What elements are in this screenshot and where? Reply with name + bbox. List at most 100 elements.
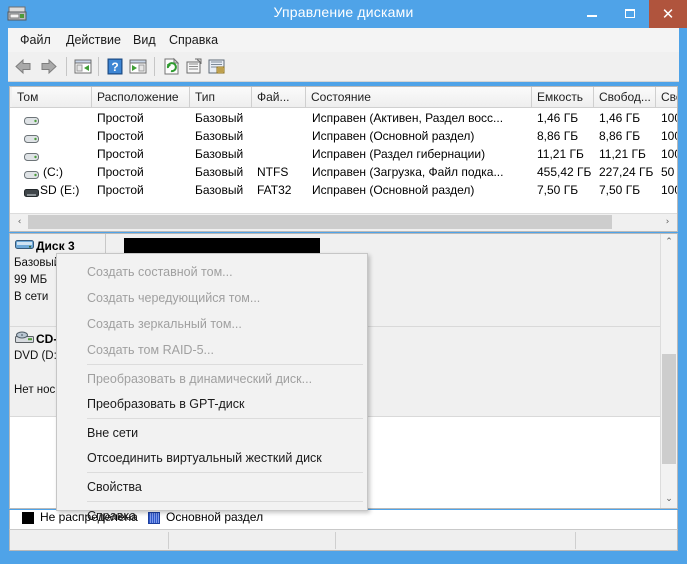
cell-status: Исправен (Активен, Раздел восс... <box>312 111 504 125</box>
menu-action[interactable]: Действие <box>60 32 127 48</box>
table-row[interactable]: Простой Базовый Исправен (Активен, Разде… <box>10 109 677 127</box>
cell-free-percent: 50 % <box>661 165 677 179</box>
statusbar-separator <box>335 532 336 549</box>
cdrom-icon <box>15 331 34 345</box>
hard-disk-icon <box>15 238 34 252</box>
titlebar: Управление дисками ✕ <box>0 0 687 28</box>
show-hide-console-tree-icon[interactable] <box>72 56 94 77</box>
menu-view[interactable]: Вид <box>127 32 162 48</box>
cell-capacity: 7,50 ГБ <box>537 183 579 197</box>
menu-item-properties[interactable]: Свойства <box>58 475 368 500</box>
cell-status: Исправен (Загрузка, Файл подка... <box>312 165 504 179</box>
column-header-status[interactable]: Состояние <box>306 87 532 107</box>
cell-volume <box>43 127 91 145</box>
disk-title: Диск 3 <box>36 239 75 253</box>
cell-volume: (C:) <box>43 165 63 179</box>
cell-capacity: 11,21 ГБ <box>537 147 584 161</box>
column-header-free-percent[interactable]: Свобо <box>656 87 677 107</box>
minimize-button[interactable] <box>573 0 611 28</box>
volume-icon <box>24 113 39 125</box>
volume-icon <box>24 149 39 161</box>
back-icon[interactable] <box>12 56 34 77</box>
menu-item-detach-vhd[interactable]: Отсоединить виртуальный жесткий диск <box>58 446 368 471</box>
help-icon[interactable]: ? <box>104 56 126 77</box>
cell-free-percent: 100 % <box>661 147 677 161</box>
cell-free: 1,46 ГБ <box>599 111 641 125</box>
column-header-filesystem[interactable]: Фай... <box>252 87 306 107</box>
scroll-down-icon[interactable]: ⌄ <box>661 491 677 508</box>
volume-list-header: Том Расположение Тип Фай... Состояние Ем… <box>10 87 677 108</box>
cell-filesystem <box>257 145 307 163</box>
cell-capacity: 455,42 ГБ <box>537 165 592 179</box>
table-row[interactable]: Простой Базовый Исправен (Раздел гиберна… <box>10 145 677 163</box>
column-header-layout[interactable]: Расположение <box>92 87 190 107</box>
menu-item-create-striped-volume: Создать чередующийся том... <box>87 291 261 305</box>
cell-free: 11,21 ГБ <box>599 147 646 161</box>
close-button[interactable]: ✕ <box>649 0 687 28</box>
cell-layout: Простой <box>97 129 144 143</box>
cell-filesystem: NTFS <box>257 165 289 179</box>
table-row[interactable]: Простой Базовый Исправен (Основной разде… <box>10 127 677 145</box>
cell-status: Исправен (Основной раздел) <box>312 129 475 143</box>
show-action-pane-icon[interactable] <box>127 56 149 77</box>
properties-icon[interactable] <box>183 56 205 77</box>
menu-file[interactable]: Файл <box>14 32 57 48</box>
cell-type: Базовый <box>195 165 244 179</box>
column-header-type[interactable]: Тип <box>190 87 252 107</box>
cell-layout: Простой <box>97 165 144 179</box>
toolbar-separator <box>154 57 155 76</box>
cell-capacity: 8,86 ГБ <box>537 129 579 143</box>
all-tasks-icon[interactable] <box>206 56 228 77</box>
statusbar-separator <box>575 532 576 549</box>
scroll-right-icon[interactable]: › <box>659 214 676 230</box>
toolbar-separator <box>66 57 67 76</box>
disk-pane-vscrollbar[interactable]: ⌃ ⌄ <box>660 234 677 508</box>
column-header-capacity[interactable]: Емкость <box>532 87 594 107</box>
disk-status-label: В сети <box>14 291 49 303</box>
cell-status: Исправен (Основной раздел) <box>312 183 475 197</box>
maximize-icon <box>625 9 635 18</box>
menu-separator <box>87 364 363 365</box>
menu-separator <box>87 472 363 473</box>
cell-type: Базовый <box>195 183 244 197</box>
svg-text:?: ? <box>111 60 118 74</box>
hscrollbar-thumb[interactable] <box>28 215 612 229</box>
column-header-volume[interactable]: Том <box>12 87 92 107</box>
column-header-free[interactable]: Свобод... <box>594 87 656 107</box>
menu-item-create-spanned-volume: Создать составной том... <box>87 265 233 279</box>
disk-media-label: DVD (D:) <box>14 350 61 362</box>
scroll-up-icon[interactable]: ⌃ <box>661 234 677 251</box>
cell-free-percent: 100 % <box>661 111 677 125</box>
cell-type: Базовый <box>195 129 244 143</box>
forward-icon[interactable] <box>38 56 60 77</box>
volume-icon <box>24 131 39 143</box>
cell-free-percent: 100 % <box>661 129 677 143</box>
legend-swatch-unallocated <box>22 512 34 524</box>
cell-capacity: 1,46 ГБ <box>537 111 579 125</box>
rescan-disks-icon[interactable] <box>160 56 182 77</box>
volume-list-hscrollbar[interactable]: ‹ › <box>10 213 677 231</box>
menu-separator <box>87 418 363 419</box>
cell-free: 8,86 ГБ <box>599 129 641 143</box>
cell-status: Исправен (Раздел гибернации) <box>312 147 486 161</box>
volume-icon <box>24 167 39 179</box>
menu-help[interactable]: Справка <box>163 32 224 48</box>
menu-item-convert-to-gpt-disk[interactable]: Преобразовать в GPT-диск <box>58 392 368 417</box>
scroll-left-icon[interactable]: ‹ <box>11 214 28 230</box>
close-icon: ✕ <box>661 5 675 23</box>
cell-free-percent: 100 % <box>661 183 677 197</box>
maximize-button[interactable] <box>611 0 649 28</box>
table-row[interactable]: SD (E:) Простой Базовый FAT32 Исправен (… <box>10 181 677 199</box>
menu-item-help[interactable]: Справка <box>58 504 368 529</box>
disk-size-label: 99 МБ <box>14 274 48 286</box>
menu-item-create-raid5-volume: Создать том RAID-5... <box>87 343 214 357</box>
context-menu: Создать составной том... Создать чередую… <box>56 253 368 523</box>
cell-type: Базовый <box>195 147 244 161</box>
cell-type: Базовый <box>195 111 244 125</box>
vscrollbar-thumb[interactable] <box>662 354 676 464</box>
table-row[interactable]: (C:) Простой Базовый NTFS Исправен (Загр… <box>10 163 677 181</box>
cell-filesystem <box>257 127 307 145</box>
menu-item-offline[interactable]: Вне сети <box>58 421 368 446</box>
minimize-icon <box>587 15 597 17</box>
cell-filesystem <box>257 109 307 127</box>
